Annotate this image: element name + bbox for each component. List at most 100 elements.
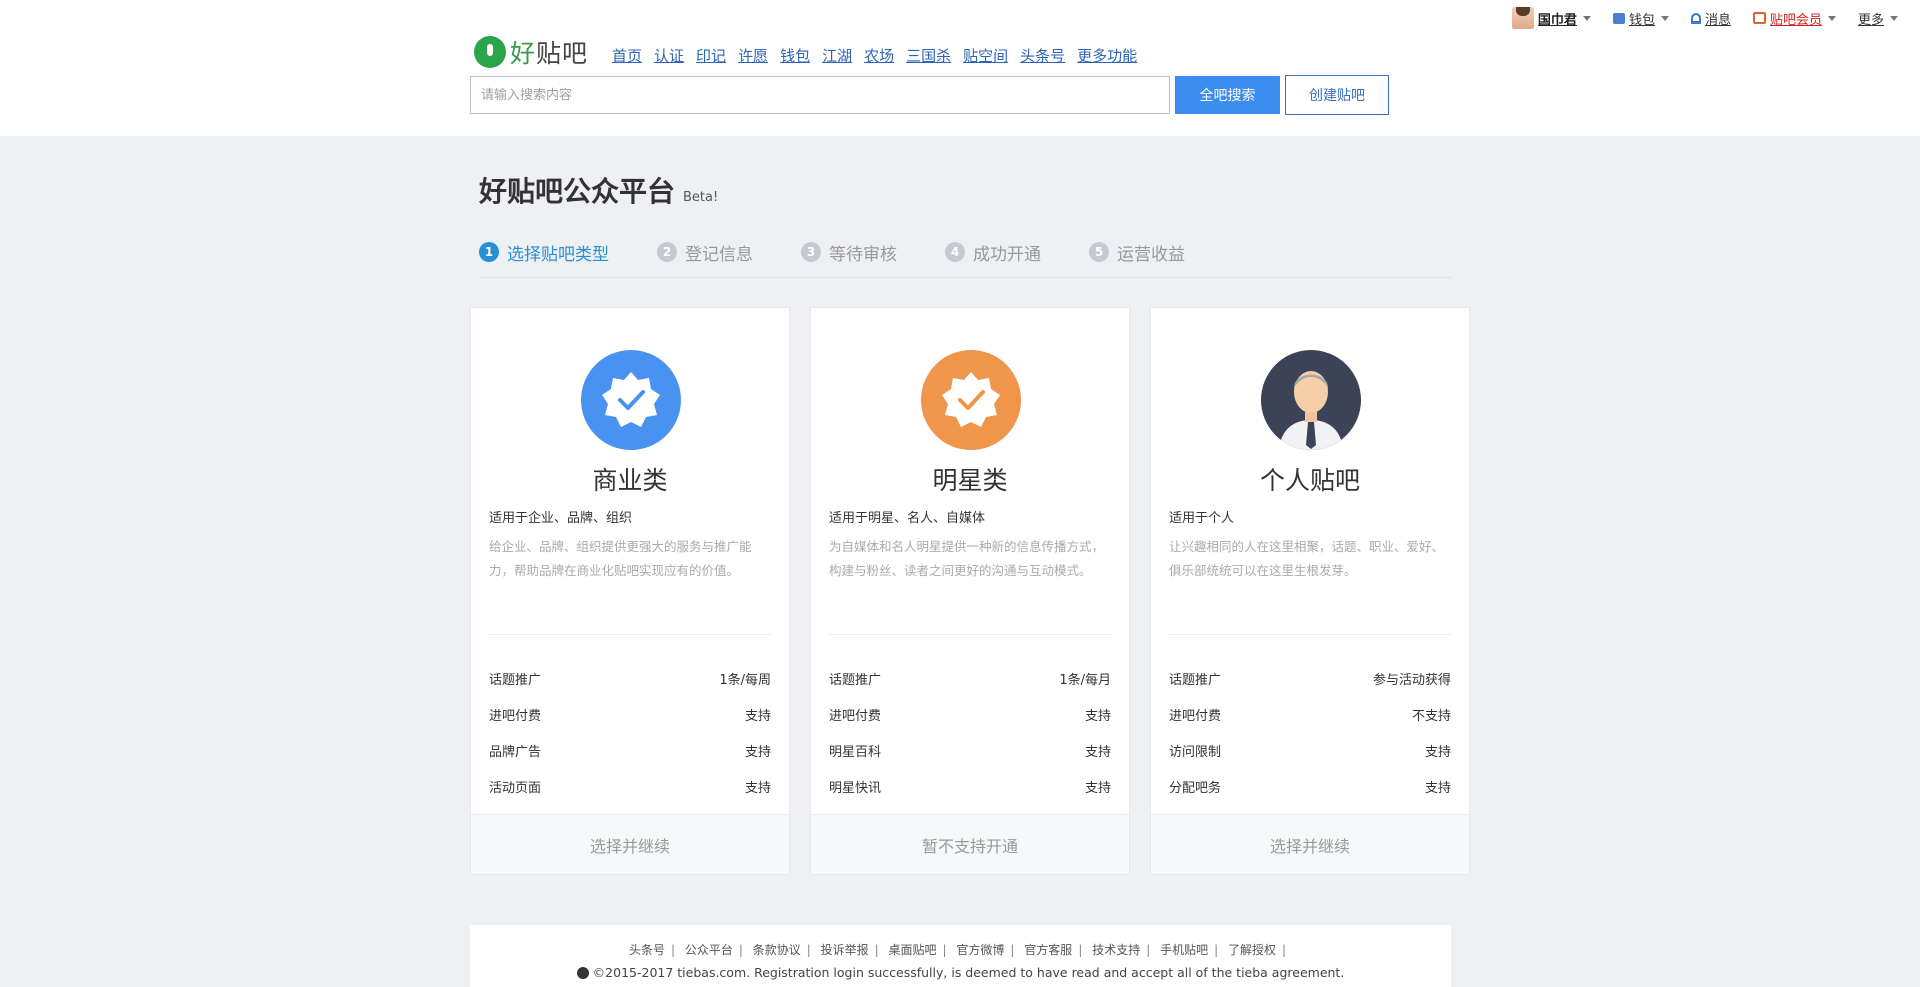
feature-name: 分配吧务 xyxy=(1169,780,1222,796)
step-label: 选择贴吧类型 xyxy=(507,244,609,265)
vip-menu[interactable]: 贴吧会员 xyxy=(1752,9,1836,28)
step-label: 运营收益 xyxy=(1117,244,1185,265)
vip-icon xyxy=(1752,12,1766,24)
footer-link[interactable]: 技术支持 xyxy=(1092,943,1140,957)
feature-row: 分配吧务 支持 xyxy=(1169,768,1451,804)
card-subtitle: 适用于明星、名人、自媒体 xyxy=(829,511,986,526)
feature-name: 进吧付费 xyxy=(489,708,542,724)
card-subtitle: 适用于企业、品牌、组织 xyxy=(489,511,633,526)
more-menu[interactable]: 更多 xyxy=(1858,9,1898,28)
feature-row: 话题推广 参与活动获得 xyxy=(1169,660,1451,696)
feature-list: 话题推广 1条/每月 进吧付费 支持 明星百科 支持 明星快讯 支持 xyxy=(829,660,1111,804)
nav-item-wallet[interactable]: 钱包 xyxy=(780,45,810,66)
nav-item-more[interactable]: 更多功能 xyxy=(1077,45,1137,66)
nav-item-certify[interactable]: 认证 xyxy=(654,45,684,66)
footer-link[interactable]: 公众平台 xyxy=(685,943,733,957)
nav-item-sanguosha[interactable]: 三国杀 xyxy=(906,45,951,66)
nav-item-wish[interactable]: 许愿 xyxy=(738,45,768,66)
feature-row: 访问限制 支持 xyxy=(1169,732,1451,768)
feature-name: 话题推广 xyxy=(829,672,882,688)
feature-row: 进吧付费 支持 xyxy=(829,696,1111,732)
nav-item-space[interactable]: 贴空间 xyxy=(963,45,1008,66)
step-number: 5 xyxy=(1089,242,1109,262)
footer-link[interactable]: 官方客服 xyxy=(1024,943,1072,957)
footer-link[interactable]: 条款协议 xyxy=(753,943,801,957)
card-description: 为自媒体和名人明星提供一种新的信息传播方式，构建与粉丝、读者之间更好的沟通与互动… xyxy=(829,539,1105,578)
card-personal: 个人贴吧 适用于个人 让兴趣相同的人在这里相聚，话题、职业、爱好、俱乐部统统可以… xyxy=(1150,307,1470,875)
feature-value: 1条/每周 xyxy=(719,672,771,688)
progress-steps: 1 选择贴吧类型 2 登记信息 3 等待审核 4 成功开通 5 运营收益 xyxy=(479,238,1452,278)
feature-value: 支持 xyxy=(1424,780,1451,796)
footer-link[interactable]: 官方微博 xyxy=(956,943,1004,957)
nav-item-mark[interactable]: 印记 xyxy=(696,45,726,66)
wallet-label: 钱包 xyxy=(1628,12,1655,28)
select-continue-button[interactable]: 选择并继续 xyxy=(471,814,789,874)
tieba-logo-icon xyxy=(474,36,506,68)
wallet-menu[interactable]: 钱包 xyxy=(1612,9,1669,28)
step-register-info: 2 登记信息 xyxy=(657,238,753,266)
nav-item-jianghu[interactable]: 江湖 xyxy=(822,45,852,66)
step-number: 3 xyxy=(801,242,821,262)
card-title: 明星类 xyxy=(932,466,1008,495)
vip-label: 贴吧会员 xyxy=(1769,12,1822,28)
site-logo[interactable]: 好贴吧 xyxy=(474,34,588,70)
wallet-icon xyxy=(1612,12,1625,24)
step-number: 2 xyxy=(657,242,677,262)
feature-value: 支持 xyxy=(1084,780,1111,796)
footer-link[interactable]: 桌面贴吧 xyxy=(889,943,937,957)
step-number: 1 xyxy=(479,242,499,262)
footer-link[interactable]: 头条号 xyxy=(629,943,665,957)
feature-name: 访问限制 xyxy=(1169,744,1222,760)
card-celebrity: 明星类 适用于明星、名人、自媒体 为自媒体和名人明星提供一种新的信息传播方式，构… xyxy=(810,307,1130,875)
feature-row: 明星快讯 支持 xyxy=(829,768,1111,804)
feature-name: 进吧付费 xyxy=(829,708,882,724)
footer-links: 头条号 | 公众平台 | 条款协议 | 投诉举报 | 桌面贴吧 | 官方微博 | 官方客服 |… xyxy=(628,943,1287,957)
messages-link[interactable]: 消息 xyxy=(1690,9,1731,28)
step-label: 登记信息 xyxy=(685,244,753,265)
page-title: 好贴吧公众平台 Beta! xyxy=(479,170,718,210)
feature-row: 品牌广告 支持 xyxy=(489,732,771,768)
step-label: 成功开通 xyxy=(973,244,1041,265)
step-await-review: 3 等待审核 xyxy=(801,238,897,266)
feature-value: 支持 xyxy=(1084,708,1111,724)
footer-link[interactable]: 投诉举报 xyxy=(821,943,869,957)
not-supported-button[interactable]: 暂不支持开通 xyxy=(811,814,1129,874)
search-input[interactable] xyxy=(470,76,1170,114)
feature-row: 进吧付费 不支持 xyxy=(1169,696,1451,732)
select-continue-button[interactable]: 选择并继续 xyxy=(1151,814,1469,874)
person-avatar-icon xyxy=(1261,350,1361,450)
step-revenue: 5 运营收益 xyxy=(1089,238,1185,266)
nav-item-farm[interactable]: 农场 xyxy=(864,45,894,66)
avatar xyxy=(1511,7,1534,29)
copyright: ©2015-2017 tiebas.com. Registration logi… xyxy=(470,965,1451,980)
user-bar: 国巾君 钱包 消息 贴吧会员 更多 xyxy=(1511,0,1920,36)
feature-row: 进吧付费 支持 xyxy=(489,696,771,732)
feature-name: 明星快讯 xyxy=(829,780,882,796)
feature-name: 话题推广 xyxy=(489,672,542,688)
paw-logo-icon xyxy=(576,966,589,979)
feature-row: 明星百科 支持 xyxy=(829,732,1111,768)
messages-label: 消息 xyxy=(1704,12,1731,28)
nav-item-toutiao[interactable]: 头条号 xyxy=(1020,45,1065,66)
nav-item-home[interactable]: 首页 xyxy=(612,45,642,66)
feature-name: 活动页面 xyxy=(489,780,542,796)
chevron-down-icon xyxy=(1890,15,1898,21)
user-menu[interactable]: 国巾君 xyxy=(1511,7,1591,29)
feature-name: 话题推广 xyxy=(1169,672,1222,688)
footer-link[interactable]: 了解授权 xyxy=(1228,943,1276,957)
tieba-type-cards: 商业类 适用于企业、品牌、组织 给企业、品牌、组织提供更强大的服务与推广能力，帮… xyxy=(470,307,1470,875)
card-business: 商业类 适用于企业、品牌、组织 给企业、品牌、组织提供更强大的服务与推广能力，帮… xyxy=(470,307,790,875)
main-nav: 首页 认证 印记 许愿 钱包 江湖 农场 三国杀 贴空间 头条号 更多功能 xyxy=(612,45,1137,66)
card-description: 让兴趣相同的人在这里相聚，话题、职业、爱好、俱乐部统统可以在这里生根发芽。 xyxy=(1169,539,1445,578)
feature-value: 支持 xyxy=(744,708,771,724)
search-all-button[interactable]: 全吧搜索 xyxy=(1175,76,1280,114)
beta-badge: Beta! xyxy=(683,190,719,205)
card-title: 商业类 xyxy=(592,466,668,495)
verified-badge-icon xyxy=(921,350,1021,450)
footer-link[interactable]: 手机贴吧 xyxy=(1160,943,1208,957)
step-select-type: 1 选择贴吧类型 xyxy=(479,238,609,266)
feature-name: 进吧付费 xyxy=(1169,708,1222,724)
feature-list: 话题推广 参与活动获得 进吧付费 不支持 访问限制 支持 分配吧务 支持 xyxy=(1169,660,1451,804)
create-tieba-button[interactable]: 创建贴吧 xyxy=(1285,75,1389,115)
feature-value: 支持 xyxy=(744,744,771,760)
